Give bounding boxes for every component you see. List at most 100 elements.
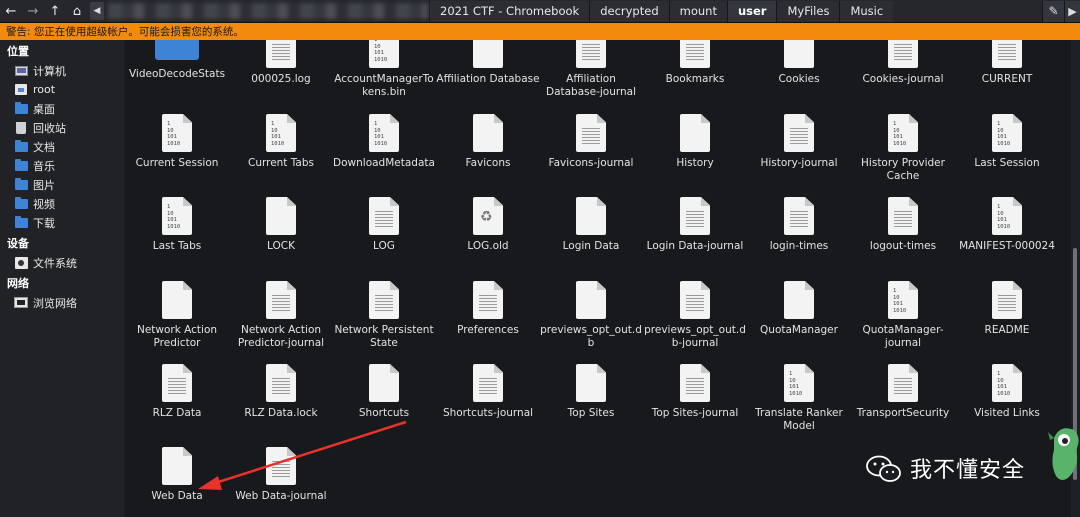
sidebar-section-network: 网络	[7, 276, 29, 290]
file-item[interactable]: Affiliation Database-journal	[539, 40, 643, 99]
file-item[interactable]: 1 10 101 1010 Current Tabs	[229, 114, 333, 170]
file-item[interactable]: Network Action Predictor-journal	[229, 281, 333, 350]
sidebar-item[interactable]: 计算机	[0, 61, 124, 80]
file-item[interactable]: 1 10 101 1010 Translate Ranker Model	[747, 364, 851, 433]
file-item[interactable]: Favicons	[436, 114, 540, 170]
text-file-icon	[888, 40, 918, 68]
file-name: Top Sites-journal	[651, 407, 739, 419]
file-item[interactable]: previews_opt_out.d b	[539, 281, 643, 350]
breadcrumb-item[interactable]: MyFiles	[776, 0, 840, 22]
forward-icon[interactable]: →	[22, 0, 44, 23]
file-item[interactable]: Affiliation Database	[436, 40, 540, 86]
sidebar-item[interactable]: 图片	[0, 175, 124, 194]
file-item[interactable]: 1 10 101 1010 MANIFEST-000024	[955, 197, 1059, 253]
sidebar-item[interactable]: 桌面	[0, 99, 124, 118]
file-item[interactable]: Shortcuts	[332, 364, 436, 420]
file-item[interactable]: Top Sites	[539, 364, 643, 420]
binary-file-icon: 1 10 101 1010	[162, 114, 192, 152]
binary-file-icon: 1 10 101 1010	[992, 197, 1022, 235]
up-icon[interactable]: ↑	[44, 0, 66, 23]
file-item[interactable]: Cookies-journal	[851, 40, 955, 86]
file-item[interactable]: Cookies	[747, 40, 851, 86]
breadcrumb-item[interactable]: Music	[839, 0, 894, 22]
file-item[interactable]: Bookmarks	[643, 40, 747, 86]
file-item[interactable]: Favicons-journal	[539, 114, 643, 170]
file-name: Current Tabs	[247, 157, 315, 169]
sidebar-item[interactable]: 文件系统	[0, 253, 124, 272]
sidebar-item-label: 文档	[33, 140, 55, 154]
file-item[interactable]: TransportSecurity	[851, 364, 955, 420]
sidebar-item[interactable]: 文档	[0, 137, 124, 156]
file-item[interactable]: ♻ LOG.old	[436, 197, 540, 253]
text-file-icon	[369, 281, 399, 319]
file-item[interactable]: Network Action Predictor	[125, 281, 229, 350]
pencil-icon[interactable]: ✎	[1042, 0, 1064, 22]
breadcrumb-item[interactable]: mount	[668, 0, 727, 22]
file-item[interactable]: Shortcuts-journal	[436, 364, 540, 420]
mascot-graphic	[1048, 428, 1079, 480]
file-name: Login Data-journal	[646, 240, 744, 252]
text-file-icon	[266, 447, 296, 485]
file-item[interactable]: 1 10 101 1010 Visited Links	[955, 364, 1059, 420]
toolbar: ← → ↑ ⌂ ◀ 2021 CTF - Chromebook decrypted…	[0, 0, 1080, 23]
file-item[interactable]: 1 10 101 1010 Last Session	[955, 114, 1059, 170]
breadcrumb-item[interactable]: 2021 CTF - Chromebook	[429, 0, 590, 22]
file-name: QuotaManager	[760, 324, 838, 336]
binary-file-icon: 1 10 101 1010	[162, 197, 192, 235]
file-item[interactable]: 1 10 101 1010 AccountManagerTo kens.bin	[332, 40, 436, 99]
chevron-right-icon[interactable]: ▶	[1064, 0, 1080, 22]
file-name: LOG	[373, 240, 395, 252]
file-item[interactable]: 1 10 101 1010 DownloadMetadata	[332, 114, 436, 170]
file-name: History	[676, 157, 714, 169]
binary-file-icon: 1 10 101 1010	[888, 281, 918, 319]
text-file-icon	[162, 364, 192, 402]
breadcrumb-item[interactable]: user	[726, 0, 777, 22]
file-item[interactable]: RLZ Data.lock	[229, 364, 333, 420]
file-item[interactable]: VideoDecodeStats	[125, 40, 229, 81]
sidebar-item[interactable]: root	[0, 80, 124, 99]
sidebar-item-label: 视频	[33, 197, 55, 211]
file-item[interactable]: logout-times	[851, 197, 955, 253]
file-item[interactable]: Network Persistent State	[332, 281, 436, 350]
file-name: RLZ Data.lock	[244, 407, 318, 419]
file-item[interactable]: Preferences	[436, 281, 540, 337]
file-item[interactable]: LOG	[332, 197, 436, 253]
file-item[interactable]: CURRENT	[955, 40, 1059, 86]
file-item[interactable]: Top Sites-journal	[643, 364, 747, 420]
sidebar-item[interactable]: 回收站	[0, 118, 124, 137]
back-icon[interactable]: ←	[0, 0, 22, 23]
file-item[interactable]: 1 10 101 1010 Last Tabs	[125, 197, 229, 253]
sidebar-item-label: 文件系统	[33, 256, 77, 270]
home-icon[interactable]: ⌂	[66, 0, 88, 23]
file-item[interactable]: QuotaManager	[747, 281, 851, 337]
file-item[interactable]: History-journal	[747, 114, 851, 170]
folder-icon	[14, 177, 28, 191]
text-file-icon	[680, 40, 710, 68]
sidebar-item[interactable]: 浏览网络	[0, 293, 124, 312]
file-item[interactable]: 000025.log	[229, 40, 333, 86]
file-item[interactable]: 1 10 101 1010 QuotaManager- journal	[851, 281, 955, 350]
file-item[interactable]: Web Data	[125, 447, 229, 503]
sidebar-section-devices: 设备	[7, 236, 29, 250]
file-item[interactable]: History	[643, 114, 747, 170]
file-item[interactable]: login-times	[747, 197, 851, 253]
file-item[interactable]: 1 10 101 1010 History Provider Cache	[851, 114, 955, 183]
file-item[interactable]: previews_opt_out.d b-journal	[643, 281, 747, 350]
file-item[interactable]: RLZ Data	[125, 364, 229, 420]
sidebar-item[interactable]: 下载	[0, 213, 124, 232]
file-item[interactable]: Web Data-journal	[229, 447, 333, 503]
file-item[interactable]: Login Data	[539, 197, 643, 253]
sidebar-item[interactable]: 视频	[0, 194, 124, 213]
file-item[interactable]: 1 10 101 1010 Current Session	[125, 114, 229, 170]
trash-icon	[14, 121, 28, 134]
sidebar-item-label: 音乐	[33, 159, 55, 173]
file-item[interactable]: README	[955, 281, 1059, 337]
sidebar-item-label: 桌面	[33, 102, 55, 116]
sidebar-item[interactable]: 音乐	[0, 156, 124, 175]
breadcrumb-item[interactable]: decrypted	[589, 0, 669, 22]
file-item[interactable]: LOCK	[229, 197, 333, 253]
file-name: Bookmarks	[665, 73, 725, 85]
file-item[interactable]: Login Data-journal	[643, 197, 747, 253]
file-name: 000025.log	[251, 73, 311, 85]
chevron-left-icon[interactable]: ◀	[90, 2, 104, 20]
